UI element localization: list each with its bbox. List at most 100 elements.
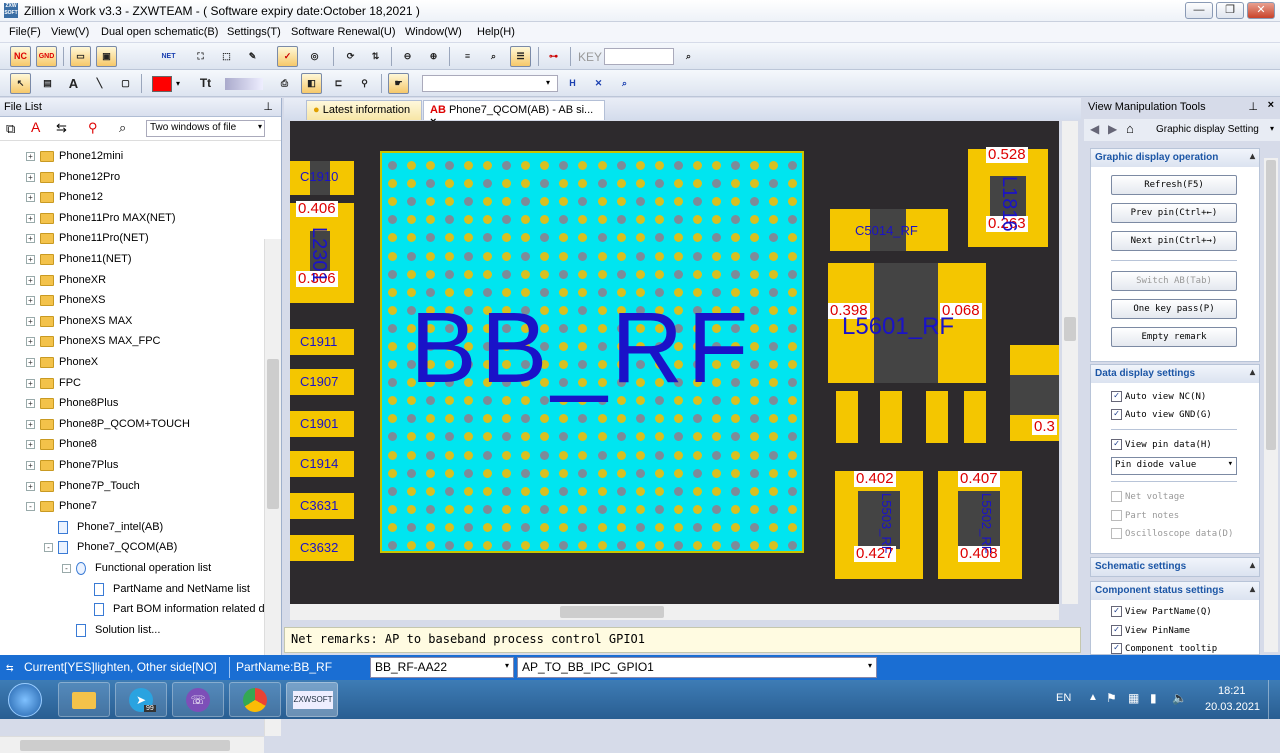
combo-dropdown-icon[interactable]: ▾ — [546, 78, 550, 87]
bga-pad[interactable] — [521, 233, 531, 243]
data-display-header[interactable]: Data display settings ▴ — [1091, 365, 1259, 383]
bga-pad[interactable] — [387, 179, 397, 189]
bga-pad[interactable] — [463, 540, 473, 550]
edit-icon[interactable]: ✎ — [242, 46, 263, 67]
file-list-scroll-thumb[interactable] — [267, 359, 279, 509]
bga-pad[interactable] — [597, 522, 607, 532]
bga-pad[interactable] — [693, 269, 702, 279]
bga-pad[interactable] — [521, 522, 531, 532]
bga-pad[interactable] — [463, 161, 473, 171]
bga-pad[interactable] — [578, 468, 588, 478]
bga-pad[interactable] — [425, 432, 435, 442]
bga-pad[interactable] — [559, 414, 569, 424]
bga-pad[interactable] — [463, 414, 473, 424]
highlight-icon[interactable]: ◧ — [301, 73, 322, 94]
bga-pad[interactable] — [559, 522, 569, 532]
bga-pad[interactable] — [750, 522, 760, 532]
tree-item[interactable]: + Phone12 — [0, 188, 264, 208]
collapse-icon[interactable]: - — [62, 564, 71, 573]
tree-item[interactable]: + Phone12Pro — [0, 168, 264, 188]
bga-pad[interactable] — [387, 414, 397, 424]
bga-pad[interactable] — [406, 414, 416, 424]
bga-pad[interactable] — [444, 251, 454, 261]
bga-pad[interactable] — [616, 522, 626, 532]
bga-pad[interactable] — [559, 215, 569, 225]
tree-item[interactable]: + Phone8 — [0, 435, 264, 455]
telegram-taskbar-button[interactable]: ➤ 99 — [115, 682, 167, 717]
part-notes-checkbox[interactable]: Part notes — [1111, 510, 1179, 521]
bga-pad[interactable] — [463, 522, 473, 532]
bga-pad[interactable] — [444, 179, 454, 189]
bga-pad[interactable] — [559, 161, 569, 171]
bga-pad[interactable] — [463, 432, 473, 442]
bga-pad[interactable] — [444, 215, 454, 225]
bga-pad[interactable] — [597, 215, 607, 225]
bga-pad[interactable] — [559, 540, 569, 550]
bga-pad[interactable] — [788, 287, 798, 297]
tab-latest-info[interactable]: ● Latest information — [306, 100, 422, 120]
bga-pad[interactable] — [616, 161, 626, 171]
bga-pad[interactable] — [406, 504, 416, 514]
bga-pad[interactable] — [406, 450, 416, 460]
bga-pad[interactable] — [521, 450, 531, 460]
bga-pad[interactable] — [788, 486, 798, 496]
bga-pad[interactable] — [712, 179, 722, 189]
component-status-header[interactable]: Component status settings ▴ — [1091, 582, 1259, 600]
bga-pad[interactable] — [750, 504, 760, 514]
pin-tool-icon[interactable]: ⚲ — [354, 73, 375, 94]
expand-icon[interactable]: + — [26, 481, 35, 491]
graphic-setting-menu[interactable]: Graphic display Setting — [1156, 124, 1259, 135]
bga-pad[interactable] — [654, 504, 664, 514]
bga-pad[interactable] — [540, 468, 550, 478]
bga-pad[interactable] — [769, 396, 779, 406]
menu-renewal[interactable]: Software Renewal(U) — [291, 26, 396, 38]
bga-pad[interactable] — [654, 522, 664, 532]
bga-pad[interactable] — [425, 197, 435, 207]
bga-pad[interactable] — [750, 432, 760, 442]
bga-pad[interactable] — [483, 233, 492, 243]
layers-icon[interactable]: ≡ — [457, 46, 478, 67]
bga-pad[interactable] — [712, 486, 722, 496]
bga-pad[interactable] — [616, 251, 626, 261]
bga-pad[interactable] — [559, 504, 569, 514]
bga-pad[interactable] — [731, 450, 741, 460]
bga-pad[interactable] — [521, 215, 531, 225]
text-tool-icon[interactable]: A — [63, 73, 84, 94]
bga-pad[interactable] — [387, 450, 397, 460]
bga-pad[interactable] — [654, 197, 664, 207]
tree-item[interactable]: - Phone7 — [0, 497, 264, 517]
bga-pad[interactable] — [750, 233, 760, 243]
bga-pad[interactable] — [712, 215, 722, 225]
color-dropdown-icon[interactable]: ▾ — [176, 79, 180, 88]
bga-pad[interactable] — [444, 486, 454, 496]
bga-pad[interactable] — [444, 504, 454, 514]
file-list-hscroll-thumb[interactable] — [20, 740, 230, 751]
refresh-button[interactable]: Refresh(F5) — [1111, 175, 1237, 195]
window-select-dropdown-icon[interactable]: ▾ — [258, 122, 262, 131]
line-width-icon[interactable] — [225, 78, 263, 90]
bga-pad[interactable] — [654, 161, 664, 171]
bga-pad[interactable] — [693, 432, 702, 442]
bga-pad[interactable] — [483, 450, 492, 460]
hand-icon[interactable]: ☛ — [388, 73, 409, 94]
tray-expand-icon[interactable]: ▲ — [1088, 692, 1098, 703]
empty-remark-button[interactable]: Empty remark — [1111, 327, 1237, 347]
collapse-icon[interactable]: ▴ — [1250, 151, 1255, 162]
bga-pad[interactable] — [731, 251, 741, 261]
bga-pad[interactable] — [712, 233, 722, 243]
bga-pad[interactable] — [406, 540, 416, 550]
close-button[interactable]: ✕ — [1247, 2, 1275, 19]
tree-item[interactable]: + PhoneXS — [0, 291, 264, 311]
bga-pad[interactable] — [502, 269, 512, 279]
bga-pad[interactable] — [483, 269, 492, 279]
bga-pad[interactable] — [673, 197, 683, 207]
pin-select-dropdown-icon[interactable]: ▾ — [505, 661, 509, 670]
view-tools-close-icon[interactable]: × — [1268, 99, 1274, 111]
bga-pad[interactable] — [387, 486, 397, 496]
expand-icon[interactable]: + — [26, 461, 35, 470]
zoom-in-icon[interactable]: ⊕ — [423, 46, 444, 67]
bga-pad[interactable] — [712, 504, 722, 514]
bga-pad[interactable] — [693, 251, 702, 261]
bga-pad[interactable] — [578, 251, 588, 261]
bga-pad[interactable] — [521, 179, 531, 189]
